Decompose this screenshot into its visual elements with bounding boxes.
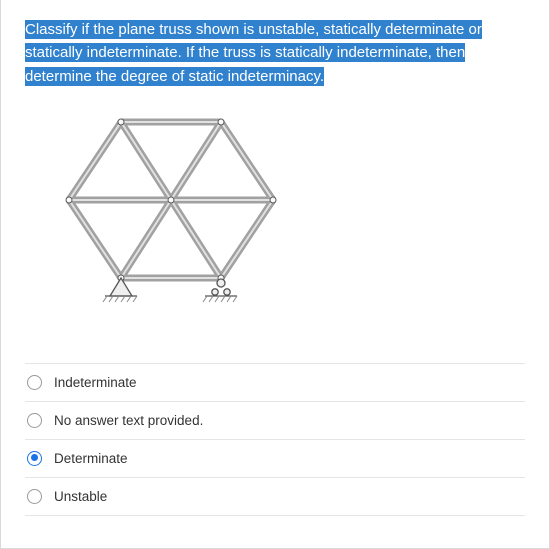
radio-icon (27, 451, 42, 466)
option-label: No answer text provided. (54, 413, 203, 428)
answer-options: Indeterminate No answer text provided. D… (25, 363, 525, 516)
truss-figure (61, 110, 525, 335)
option-label: Indeterminate (54, 375, 137, 390)
radio-icon (27, 489, 42, 504)
option-label: Determinate (54, 451, 128, 466)
option-label: Unstable (54, 489, 107, 504)
option-unstable[interactable]: Unstable (25, 478, 525, 516)
radio-icon (27, 375, 42, 390)
option-indeterminate[interactable]: Indeterminate (25, 363, 525, 402)
option-no-answer[interactable]: No answer text provided. (25, 402, 525, 440)
truss-diagram-icon (61, 110, 291, 330)
question-text-wrap: Classify if the plane truss shown is uns… (25, 18, 523, 88)
question-text: Classify if the plane truss shown is uns… (25, 20, 482, 86)
radio-icon (27, 413, 42, 428)
question-card: Classify if the plane truss shown is uns… (0, 0, 550, 549)
option-determinate[interactable]: Determinate (25, 440, 525, 478)
